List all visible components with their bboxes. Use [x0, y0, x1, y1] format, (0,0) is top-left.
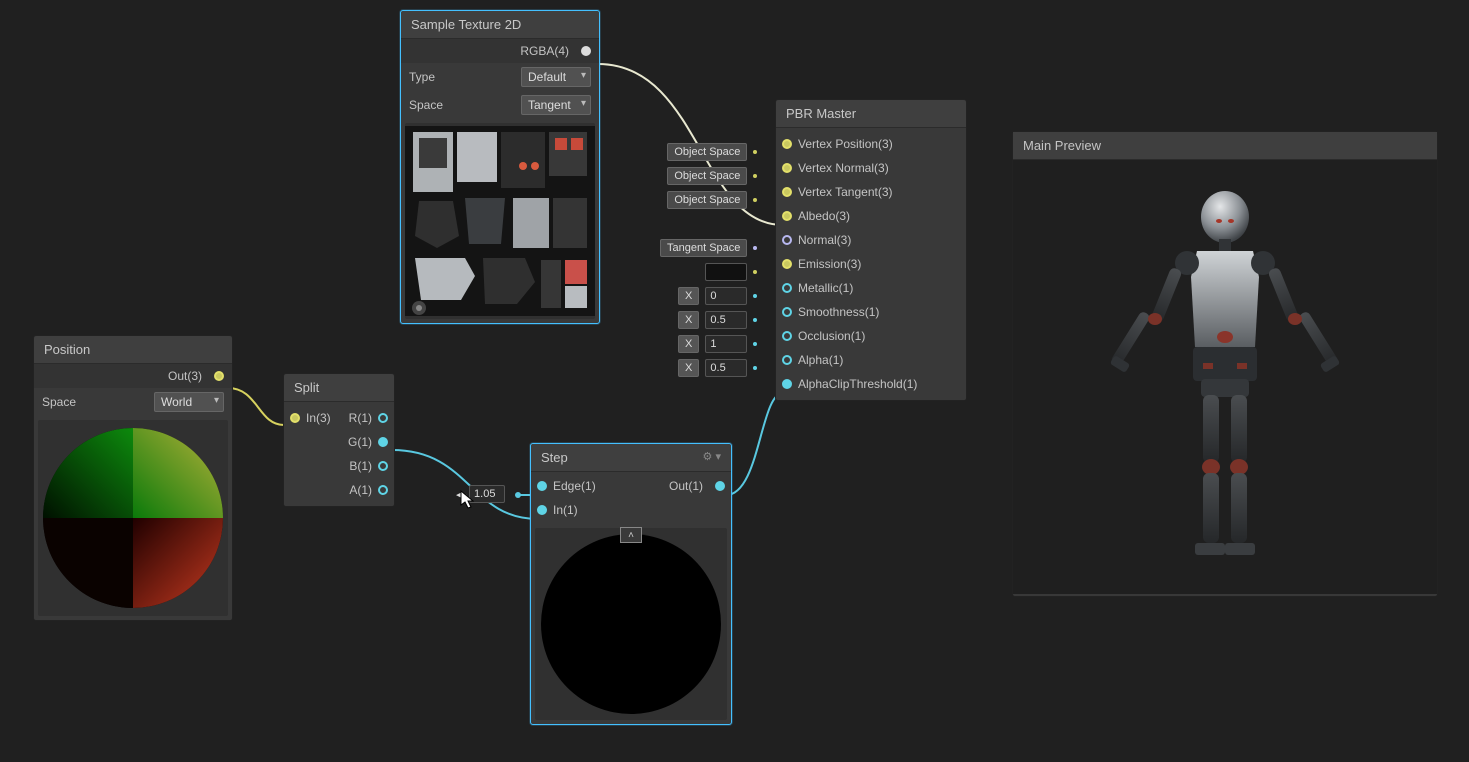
port-label-g: G(1) — [348, 435, 372, 449]
label-metallic: Metallic(1) — [798, 281, 853, 295]
port-edge[interactable] — [537, 481, 547, 491]
main-preview-canvas — [1013, 160, 1437, 594]
label-vertex-position: Vertex Position(3) — [798, 137, 893, 151]
x-badge: X — [678, 311, 699, 329]
dropdown-space[interactable]: World — [154, 392, 224, 412]
node-pbr-master[interactable]: PBR Master Vertex Position(3) Vertex Nor… — [775, 99, 967, 401]
emission-color-swatch[interactable] — [705, 263, 747, 281]
port-occlusion[interactable] — [782, 331, 792, 341]
node-title: Split — [284, 374, 394, 402]
port-out[interactable] — [214, 371, 224, 381]
badge-object-space-3: Object Space — [667, 191, 747, 209]
port-a[interactable] — [378, 485, 388, 495]
node-position[interactable]: Position Out(3) Space World — [33, 335, 233, 621]
occlusion-value[interactable] — [705, 335, 747, 353]
label-occlusion: Occlusion(1) — [798, 329, 865, 343]
port-label-edge: Edge(1) — [553, 479, 596, 493]
gear-icon[interactable]: ⚙ ▾ — [703, 450, 721, 463]
port-label-in: In(1) — [553, 503, 578, 517]
node-title: Position — [34, 336, 232, 364]
port-vertex-tangent[interactable] — [782, 187, 792, 197]
port-g[interactable] — [378, 437, 388, 447]
port-smoothness[interactable] — [782, 307, 792, 317]
port-vertex-normal[interactable] — [782, 163, 792, 173]
port-in[interactable] — [537, 505, 547, 515]
port-label-a: A(1) — [349, 483, 372, 497]
node-title: Step ⚙ ▾ — [531, 444, 731, 472]
port-vertex-position[interactable] — [782, 139, 792, 149]
badge-object-space-1: Object Space — [667, 143, 747, 161]
port-albedo[interactable] — [782, 211, 792, 221]
port-b[interactable] — [378, 461, 388, 471]
port-label-out: Out(1) — [669, 479, 703, 493]
position-preview — [38, 420, 228, 616]
x-badge: X — [678, 359, 699, 377]
node-split[interactable]: Split In(3) R(1) G(1) B(1) A(1) — [283, 373, 395, 507]
label-space: Space — [409, 98, 515, 112]
port-emission[interactable] — [782, 259, 792, 269]
step-preview — [535, 528, 727, 720]
step-edge-value[interactable] — [469, 485, 505, 503]
node-step[interactable]: Step ⚙ ▾ Edge(1) In(1) Out(1) ˄ — [530, 443, 732, 725]
label-space: Space — [42, 395, 148, 409]
node-sample-texture-2d[interactable]: Sample Texture 2D RGBA(4) Type Default S… — [400, 10, 600, 324]
port-label-in: In(3) — [306, 411, 331, 425]
x-badge: X — [678, 287, 699, 305]
label-emission: Emission(3) — [798, 257, 861, 271]
alpha-value[interactable] — [705, 359, 747, 377]
dropdown-space[interactable]: Tangent — [521, 95, 591, 115]
metallic-value[interactable] — [705, 287, 747, 305]
label-normal: Normal(3) — [798, 233, 851, 247]
label-smoothness: Smoothness(1) — [798, 305, 879, 319]
label-albedo: Albedo(3) — [798, 209, 850, 223]
port-label-b: B(1) — [349, 459, 372, 473]
texture-preview — [405, 123, 595, 319]
port-label-r: R(1) — [349, 411, 372, 425]
label-vertex-tangent: Vertex Tangent(3) — [798, 185, 893, 199]
port-normal[interactable] — [782, 235, 792, 245]
badge-tangent-space: Tangent Space — [660, 239, 747, 257]
node-title: Sample Texture 2D — [401, 11, 599, 39]
main-preview-panel[interactable]: Main Preview — [1012, 131, 1438, 597]
badge-object-space-2: Object Space — [667, 167, 747, 185]
label-type: Type — [409, 70, 515, 84]
port-in[interactable] — [290, 413, 300, 423]
label-alphaclip: AlphaClipThreshold(1) — [798, 377, 917, 391]
port-alphaclip[interactable] — [782, 379, 792, 389]
port-alpha[interactable] — [782, 355, 792, 365]
port-rgba-out[interactable] — [581, 46, 591, 56]
label-vertex-normal: Vertex Normal(3) — [798, 161, 889, 175]
port-label-out: Out(3) — [168, 369, 202, 383]
port-out[interactable] — [715, 481, 725, 491]
main-preview-title: Main Preview — [1013, 132, 1437, 160]
port-r[interactable] — [378, 413, 388, 423]
smoothness-value[interactable] — [705, 311, 747, 329]
x-badge: X — [678, 335, 699, 353]
drag-arrows-icon[interactable]: ◂▸ — [456, 488, 467, 501]
port-label-rgba: RGBA(4) — [520, 44, 569, 58]
node-title: PBR Master — [776, 100, 966, 128]
label-alpha: Alpha(1) — [798, 353, 843, 367]
port-metallic[interactable] — [782, 283, 792, 293]
dropdown-type[interactable]: Default — [521, 67, 591, 87]
collapse-toggle[interactable]: ˄ — [620, 527, 642, 543]
